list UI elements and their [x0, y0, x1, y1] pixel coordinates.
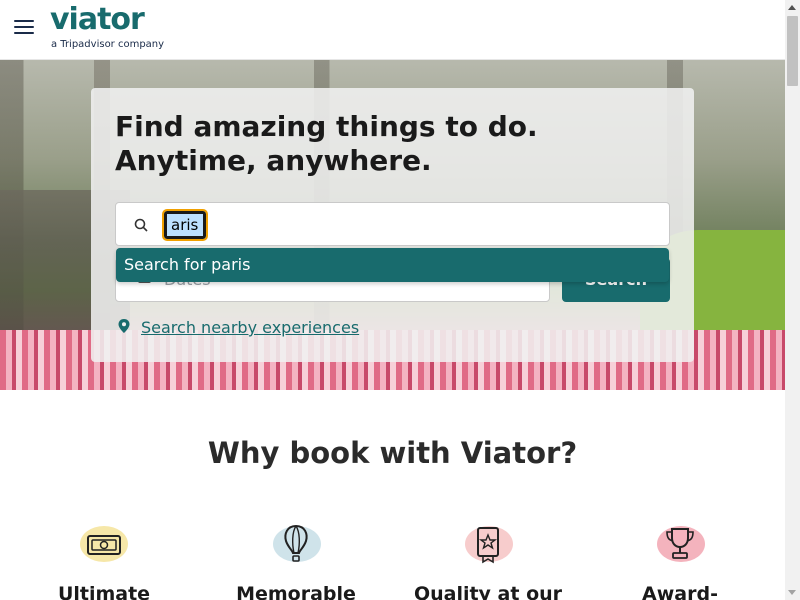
search-field[interactable] — [115, 202, 670, 246]
page-scrollbar[interactable] — [785, 0, 800, 600]
search-suggestions-dropdown: Search for paris — [116, 248, 669, 282]
feature-label: Quality at our — [413, 583, 563, 600]
scroll-thumb[interactable] — [787, 16, 798, 86]
search-icon — [134, 218, 148, 232]
feature-label: Memorable — [236, 583, 356, 600]
scroll-up-arrow-icon[interactable] — [785, 0, 800, 15]
feature-label: Award- — [642, 583, 718, 600]
hero-headline: Find amazing things to do. Anytime, anyw… — [115, 110, 538, 177]
viator-logo[interactable]: viator — [50, 2, 145, 37]
why-book-title: Why book with Viator? — [207, 436, 578, 470]
site-header: viator a Tripadvisor company — [0, 0, 785, 60]
feature-label: Ultimate — [57, 583, 151, 600]
scroll-down-arrow-icon[interactable] — [785, 585, 800, 600]
certificate-star-icon — [477, 527, 499, 564]
search-card: Find amazing things to do. Anytime, anyw… — [91, 88, 694, 362]
trophy-icon — [666, 528, 694, 559]
suggestion-search-for-paris[interactable]: Search for paris — [124, 255, 250, 274]
hot-air-balloon-icon — [284, 524, 308, 562]
hamburger-menu-icon[interactable] — [14, 20, 36, 38]
search-input[interactable] — [162, 209, 208, 241]
money-icon — [87, 535, 121, 555]
location-pin-icon — [118, 319, 130, 333]
search-nearby-link[interactable]: Search nearby experiences — [141, 318, 359, 337]
logo-subtitle: a Tripadvisor company — [51, 39, 165, 50]
